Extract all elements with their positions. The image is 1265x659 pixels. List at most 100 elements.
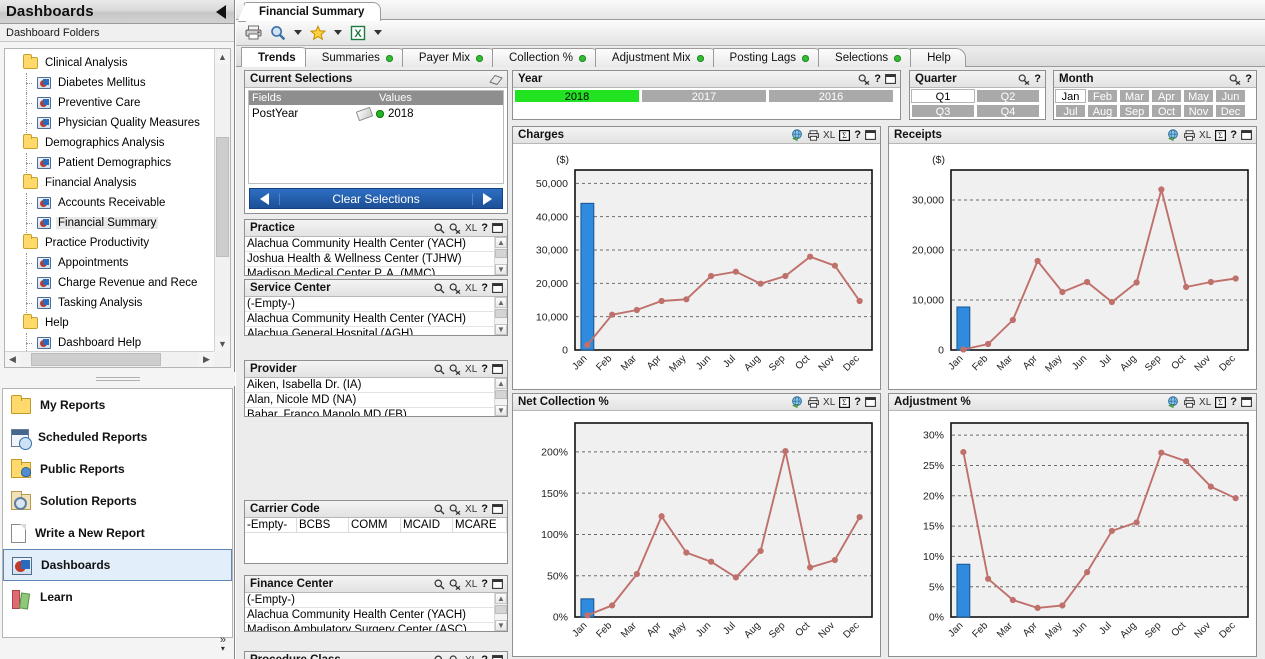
tree-item-preventive-care[interactable]: Preventive Care bbox=[5, 93, 214, 113]
maximize-icon[interactable] bbox=[865, 397, 876, 407]
listbox-item[interactable]: Alachua Community Health Center (YACH) bbox=[245, 312, 494, 327]
month-cell-mar[interactable]: Mar bbox=[1119, 89, 1150, 103]
year-cell-2016[interactable]: 2016 bbox=[768, 89, 894, 103]
search-icon[interactable] bbox=[434, 504, 445, 515]
scroll-up-icon[interactable]: ▲ bbox=[215, 49, 230, 64]
listbox-item[interactable]: Alan, Nicole MD (NA) bbox=[245, 393, 494, 408]
help-icon[interactable]: ? bbox=[1230, 129, 1237, 141]
maximize-icon[interactable] bbox=[492, 655, 503, 659]
tree-horizontal-scrollbar[interactable]: ◀ ▶ bbox=[5, 351, 214, 367]
listbox-scrollbar[interactable]: ▲ ▼ bbox=[494, 237, 507, 275]
print-icon[interactable] bbox=[242, 22, 264, 43]
tree-item-financial-analysis[interactable]: Financial Analysis bbox=[5, 173, 214, 193]
carrier-code-item[interactable]: COMM bbox=[349, 518, 401, 533]
maximize-icon[interactable] bbox=[865, 130, 876, 140]
month-cell-oct[interactable]: Oct bbox=[1151, 104, 1182, 118]
nav-item-dashboards[interactable]: Dashboards bbox=[3, 549, 232, 581]
export-excel-icon[interactable]: XL bbox=[823, 130, 835, 141]
help-icon[interactable]: ? bbox=[481, 282, 488, 294]
help-icon[interactable]: ? bbox=[1245, 73, 1252, 85]
help-icon[interactable]: ? bbox=[854, 396, 861, 408]
listbox-procedure-class[interactable]: Procedure ClassXL?(-Empty-)Anesthesia (A… bbox=[244, 651, 508, 659]
scroll-up-icon[interactable]: ▲ bbox=[495, 297, 507, 308]
month-cell-jul[interactable]: Jul bbox=[1055, 104, 1086, 118]
maximize-icon[interactable] bbox=[492, 504, 503, 514]
sum-icon[interactable]: Σ bbox=[1215, 396, 1227, 408]
clear-selection-icon[interactable] bbox=[1018, 73, 1030, 85]
print-icon[interactable] bbox=[808, 396, 819, 408]
selection-back-icon[interactable] bbox=[250, 192, 280, 205]
help-icon[interactable]: ? bbox=[481, 654, 488, 659]
export-excel-icon[interactable]: XL bbox=[465, 504, 477, 515]
sum-icon[interactable]: Σ bbox=[1215, 129, 1227, 141]
month-cell-apr[interactable]: Apr bbox=[1151, 89, 1182, 103]
maximize-icon[interactable] bbox=[492, 283, 503, 293]
quarter-cell-q2[interactable]: Q2 bbox=[976, 89, 1040, 103]
scroll-down-icon[interactable]: ▼ bbox=[495, 324, 507, 335]
carrier-code-item[interactable]: MCARE bbox=[453, 518, 507, 533]
nav-item-solution-reports[interactable]: Solution Reports bbox=[3, 485, 232, 517]
tree-item-diabetes-mellitus[interactable]: Diabetes Mellitus bbox=[5, 73, 214, 93]
export-excel-icon[interactable]: XL bbox=[465, 283, 477, 294]
carrier-code-item[interactable]: MCAID bbox=[401, 518, 453, 533]
tree-item-clinical-analysis[interactable]: Clinical Analysis bbox=[5, 53, 214, 73]
listbox-item[interactable]: Madison Medical Center P. A. (MMC) bbox=[245, 267, 494, 275]
bookmark-dropdown-arrow-icon[interactable] bbox=[332, 22, 344, 43]
search-icon[interactable] bbox=[434, 579, 445, 590]
scroll-thumb-horizontal[interactable] bbox=[31, 353, 161, 366]
clear-selection-icon[interactable] bbox=[858, 73, 870, 85]
year-cell-2017[interactable]: 2017 bbox=[641, 89, 767, 103]
search-icon[interactable] bbox=[434, 223, 445, 234]
listbox-item[interactable]: Joshua Health & Wellness Center (TJHW) bbox=[245, 252, 494, 267]
clear-selection-icon[interactable] bbox=[449, 578, 461, 590]
help-icon[interactable]: ? bbox=[1230, 396, 1237, 408]
tree-item-accounts-receivable[interactable]: Accounts Receivable bbox=[5, 193, 214, 213]
excel-dropdown-arrow-icon[interactable] bbox=[372, 22, 384, 43]
tree-item-physician-quality-measures[interactable]: Physician Quality Measures bbox=[5, 113, 214, 133]
tree-item-appointments[interactable]: Appointments bbox=[5, 253, 214, 273]
sheet-object-web-icon[interactable] bbox=[1167, 396, 1180, 408]
document-tab-financial-summary[interactable]: Financial Summary bbox=[237, 2, 382, 22]
dashboard-tree[interactable]: Clinical Analysis Diabetes Mellitus Preven… bbox=[4, 48, 231, 368]
maximize-icon[interactable] bbox=[492, 579, 503, 589]
help-icon[interactable]: ? bbox=[481, 578, 488, 590]
search-dropdown-arrow-icon[interactable] bbox=[292, 22, 304, 43]
scroll-thumb[interactable] bbox=[495, 249, 507, 258]
sheet-tab-trends[interactable]: Trends bbox=[241, 47, 311, 67]
help-icon[interactable]: ? bbox=[481, 222, 488, 234]
maximize-icon[interactable] bbox=[885, 74, 896, 84]
listbox-practice[interactable]: Practice XL? Alachua Community Health Cent… bbox=[244, 219, 508, 276]
sheet-object-web-icon[interactable] bbox=[791, 396, 804, 408]
tree-item-demographics-analysis[interactable]: Demographics Analysis bbox=[5, 133, 214, 153]
listbox-item[interactable]: (-Empty-) bbox=[245, 297, 494, 312]
sheet-tab-adjustment-mix[interactable]: Adjustment Mix bbox=[594, 48, 719, 67]
scroll-thumb[interactable] bbox=[495, 605, 507, 614]
carrier-code-item[interactable]: -Empty- bbox=[245, 518, 297, 533]
scroll-down-icon[interactable]: ▼ bbox=[495, 264, 507, 275]
sheet-tab-help[interactable]: Help bbox=[910, 48, 966, 67]
listbox-scrollbar[interactable]: ▲ ▼ bbox=[494, 378, 507, 416]
scroll-down-icon[interactable]: ▼ bbox=[495, 620, 507, 631]
search-icon[interactable] bbox=[434, 283, 445, 294]
export-excel-icon[interactable]: XL bbox=[1199, 397, 1211, 408]
selection-forward-icon[interactable] bbox=[472, 192, 502, 205]
nav-expander-icon[interactable]: » ▾ bbox=[220, 635, 226, 653]
listbox-provider[interactable]: Provider XL? Aiken, Isabella Dr. (IA) Alan,… bbox=[244, 360, 508, 417]
quarter-cell-q3[interactable]: Q3 bbox=[911, 104, 975, 118]
sheet-tab-payer-mix[interactable]: Payer Mix bbox=[401, 48, 498, 67]
listbox-finance-center[interactable]: Finance Center XL? (-Empty-) Alachua Commun… bbox=[244, 575, 508, 632]
scroll-thumb[interactable] bbox=[495, 390, 507, 399]
search-icon[interactable] bbox=[434, 364, 445, 375]
month-listbox[interactable]: Month? Jan Feb Mar Apr May Jun Jul Aug Sep Oct Nov D… bbox=[1053, 70, 1257, 120]
scroll-down-icon[interactable]: ▼ bbox=[495, 405, 507, 416]
nav-item-public-reports[interactable]: Public Reports bbox=[3, 453, 232, 485]
nav-item-learn[interactable]: Learn bbox=[3, 581, 232, 613]
sheet-object-web-icon[interactable] bbox=[1167, 129, 1180, 141]
clear-selection-icon[interactable] bbox=[449, 503, 461, 515]
month-cell-may[interactable]: May bbox=[1183, 89, 1214, 103]
scroll-thumb[interactable] bbox=[216, 137, 229, 257]
tree-item-patient-demographics[interactable]: Patient Demographics bbox=[5, 153, 214, 173]
tree-item-charge-revenue-and-rece[interactable]: Charge Revenue and Rece bbox=[5, 273, 214, 293]
tree-vertical-scrollbar[interactable]: ▲ ▼ bbox=[214, 49, 230, 351]
export-excel-icon[interactable]: XL bbox=[465, 223, 477, 234]
